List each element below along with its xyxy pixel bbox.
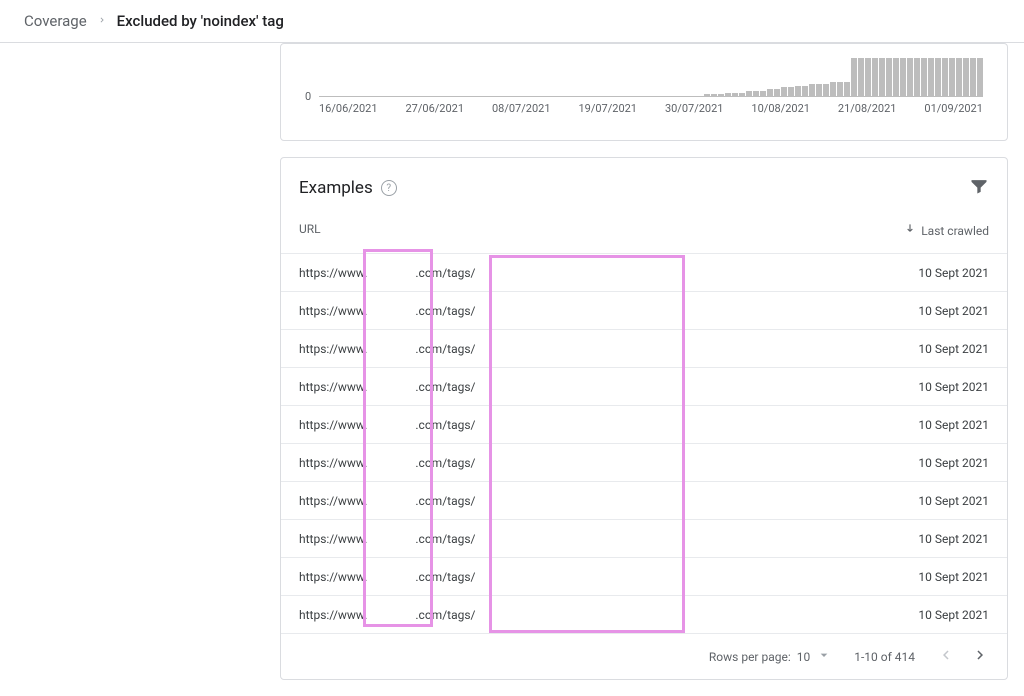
chart-bar xyxy=(830,82,836,96)
chart-y-zero: 0 xyxy=(305,90,311,103)
chart-bar xyxy=(977,58,983,96)
examples-card: Examples ? URL Last crawled https://www.… xyxy=(280,157,1008,680)
chart-x-tick: 01/09/2021 xyxy=(924,102,983,115)
chart-bar xyxy=(802,86,808,96)
url-cell: https://www..com/tags/ xyxy=(299,340,636,358)
table-row[interactable]: https://www..com/tags/10 Sept 2021 xyxy=(281,595,1007,633)
last-crawled-cell: 10 Sept 2021 xyxy=(918,456,989,470)
breadcrumb-parent[interactable]: Coverage xyxy=(24,12,87,30)
chart-x-tick: 21/08/2021 xyxy=(838,102,897,115)
breadcrumb: Coverage Excluded by 'noindex' tag xyxy=(0,0,1024,43)
chart-bar xyxy=(865,58,871,96)
chart-x-tick: 08/07/2021 xyxy=(492,102,551,115)
last-crawled-cell: 10 Sept 2021 xyxy=(918,418,989,432)
url-cell: https://www..com/tags/ xyxy=(299,530,636,548)
table-row[interactable]: https://www..com/tags/10 Sept 2021 xyxy=(281,291,1007,329)
table-row[interactable]: https://www..com/tags/10 Sept 2021 xyxy=(281,367,1007,405)
filter-icon[interactable] xyxy=(969,176,989,200)
url-cell: https://www..com/tags/ xyxy=(299,416,636,434)
chart-x-tick: 16/06/2021 xyxy=(319,102,378,115)
last-crawled-cell: 10 Sept 2021 xyxy=(918,532,989,546)
next-page-button[interactable] xyxy=(971,646,989,667)
last-crawled-cell: 10 Sept 2021 xyxy=(918,570,989,584)
chart-bar xyxy=(970,58,976,96)
chart-bar xyxy=(879,58,885,96)
breadcrumb-current: Excluded by 'noindex' tag xyxy=(117,12,284,30)
chart-bar xyxy=(872,58,878,96)
chart-bar xyxy=(893,58,899,96)
chart-bar xyxy=(928,58,934,96)
chart-bar xyxy=(949,58,955,96)
last-crawled-cell: 10 Sept 2021 xyxy=(918,380,989,394)
table-row[interactable]: https://www..com/tags/10 Sept 2021 xyxy=(281,329,1007,367)
chart-x-labels: 16/06/2021 27/06/2021 08/07/2021 19/07/2021… xyxy=(319,102,983,115)
chart-bar xyxy=(935,58,941,96)
chart-bar xyxy=(914,58,920,96)
chart-x-tick: 27/06/2021 xyxy=(405,102,464,115)
rows-per-page-value[interactable]: 10 xyxy=(797,650,811,664)
sort-desc-icon xyxy=(903,222,917,239)
url-cell: https://www..com/tags/ xyxy=(299,302,636,320)
url-cell: https://www..com/tags/ xyxy=(299,378,636,396)
chart-bar xyxy=(816,84,822,96)
chart-bar xyxy=(907,58,913,96)
chart-bar xyxy=(844,82,850,96)
prev-page-button[interactable] xyxy=(937,646,955,667)
pagination: Rows per page: 10 1-10 of 414 xyxy=(281,633,1007,679)
chart-x-tick: 10/08/2021 xyxy=(751,102,810,115)
url-cell: https://www..com/tags/ xyxy=(299,454,636,472)
rows-per-page-label: Rows per page: xyxy=(709,650,791,664)
chart-bar xyxy=(942,58,948,96)
chart-card: 0 16/06/2021 27/06/2021 08/07/2021 19/07/20… xyxy=(280,43,1008,141)
column-header-url[interactable]: URL xyxy=(299,222,321,239)
chart-bar xyxy=(858,58,864,96)
table-body: https://www..com/tags/10 Sept 2021https:… xyxy=(281,253,1007,633)
url-cell: https://www..com/tags/ xyxy=(299,492,636,510)
examples-title: Examples xyxy=(299,178,373,198)
chart-x-tick: 19/07/2021 xyxy=(578,102,637,115)
last-crawled-cell: 10 Sept 2021 xyxy=(918,304,989,318)
chart-bar xyxy=(795,86,801,96)
chart-bar xyxy=(809,84,815,96)
table-row[interactable]: https://www..com/tags/10 Sept 2021 xyxy=(281,443,1007,481)
url-cell: https://www..com/tags/ xyxy=(299,568,636,586)
column-header-last-crawled[interactable]: Last crawled xyxy=(903,222,989,239)
url-cell: https://www..com/tags/ xyxy=(299,264,636,282)
chart-bar xyxy=(900,58,906,96)
chart-axis xyxy=(319,96,983,97)
url-cell: https://www..com/tags/ xyxy=(299,606,636,624)
last-crawled-cell: 10 Sept 2021 xyxy=(918,342,989,356)
chart-bar xyxy=(963,58,969,96)
table-row[interactable]: https://www..com/tags/10 Sept 2021 xyxy=(281,557,1007,595)
table-header: URL Last crawled xyxy=(281,208,1007,253)
pagination-range: 1-10 of 414 xyxy=(854,650,915,664)
table-row[interactable]: https://www..com/tags/10 Sept 2021 xyxy=(281,405,1007,443)
chevron-right-icon xyxy=(97,13,107,29)
chart-bar xyxy=(823,84,829,96)
table-row[interactable]: https://www..com/tags/10 Sept 2021 xyxy=(281,253,1007,291)
chart-bar xyxy=(921,58,927,96)
table-row[interactable]: https://www..com/tags/10 Sept 2021 xyxy=(281,519,1007,557)
chart-bar xyxy=(774,89,780,96)
chart-bar xyxy=(956,58,962,96)
chart-bar xyxy=(788,87,794,96)
chart-bar xyxy=(837,82,843,96)
chart-bar xyxy=(851,58,857,96)
last-crawled-cell: 10 Sept 2021 xyxy=(918,266,989,280)
chart-bar xyxy=(767,89,773,96)
chart-bars xyxy=(319,56,983,96)
table-row[interactable]: https://www..com/tags/10 Sept 2021 xyxy=(281,481,1007,519)
chart-x-tick: 30/07/2021 xyxy=(665,102,724,115)
last-crawled-cell: 10 Sept 2021 xyxy=(918,608,989,622)
chart-bar xyxy=(781,87,787,96)
dropdown-caret-icon[interactable] xyxy=(816,647,832,666)
last-crawled-cell: 10 Sept 2021 xyxy=(918,494,989,508)
chart-bar xyxy=(886,58,892,96)
help-icon[interactable]: ? xyxy=(381,180,397,196)
